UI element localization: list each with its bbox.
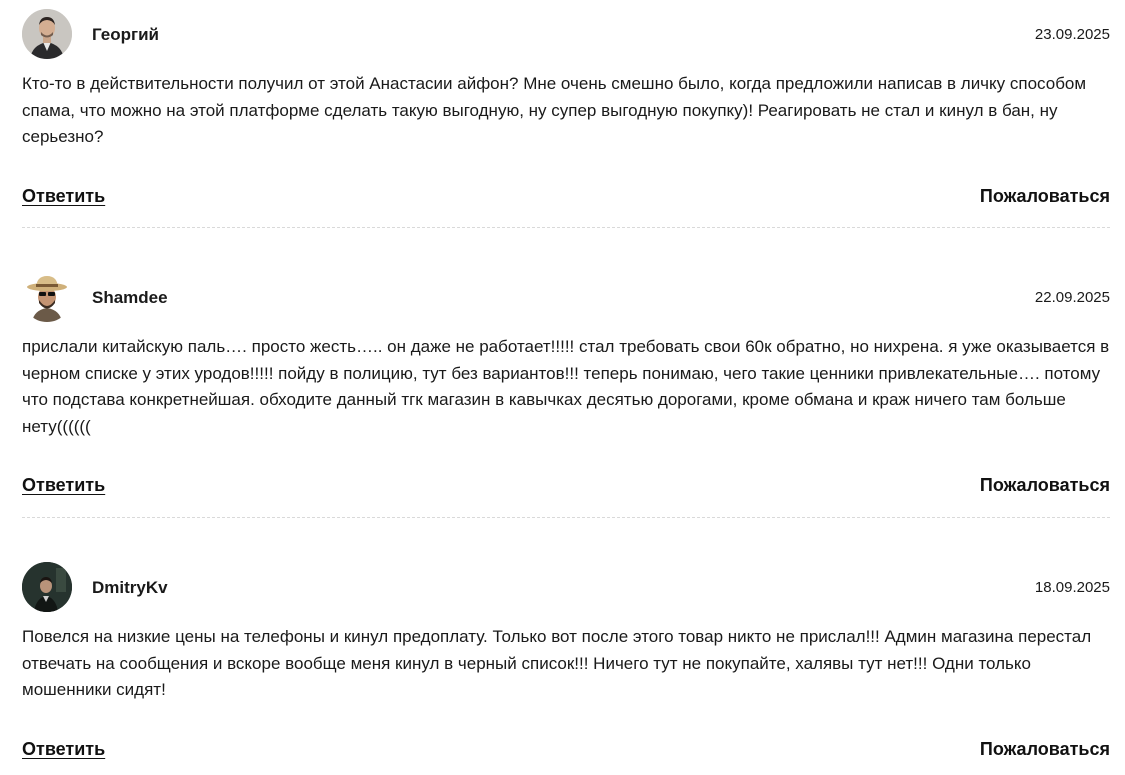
comment-divider [22,517,1110,518]
avatar-photo-icon [22,9,72,59]
avatar-photo-icon [22,562,72,612]
report-button[interactable]: Пожаловаться [980,739,1110,760]
reply-button[interactable]: Ответить [22,475,105,496]
comment-actions: Ответить Пожаловаться [22,739,1110,763]
comment-header: DmitryKv 18.09.2025 [22,562,1110,614]
comment-actions: Ответить Пожаловаться [22,475,1110,499]
report-button[interactable]: Пожаловаться [980,186,1110,207]
avatar[interactable] [22,562,72,612]
avatar[interactable] [22,9,72,59]
comment-divider [22,227,1110,228]
comment-date: 22.09.2025 [1034,289,1110,306]
comment-author: Shamdee [92,288,168,307]
comment-text: Повелся на низкие цены на телефоны и кин… [22,627,1092,699]
comment-text: прислали китайскую паль…. просто жесть….… [22,337,1110,436]
comment-author: Георгий [92,25,159,44]
avatar[interactable] [22,272,72,322]
comment-date: 18.09.2025 [1034,579,1110,596]
comment-date: 23.09.2025 [1034,26,1110,43]
comment-header: Shamdee 22.09.2025 [22,272,1110,324]
reply-button[interactable]: Ответить [22,739,105,760]
comment-author: DmitryKv [92,578,168,597]
avatar-photo-icon [22,272,72,322]
comment-actions: Ответить Пожаловаться [22,186,1110,210]
comment-text: Кто-то в действительности получил от это… [22,74,1087,146]
comment-item: Георгий 23.09.2025 Кто-то в действительн… [22,9,1110,210]
comment-item: Shamdee 22.09.2025 прислали китайскую па… [22,272,1110,499]
reply-button[interactable]: Ответить [22,186,105,207]
comment-item: DmitryKv 18.09.2025 Повелся на низкие це… [22,562,1110,763]
comment-header: Георгий 23.09.2025 [22,9,1110,61]
report-button[interactable]: Пожаловаться [980,475,1110,496]
